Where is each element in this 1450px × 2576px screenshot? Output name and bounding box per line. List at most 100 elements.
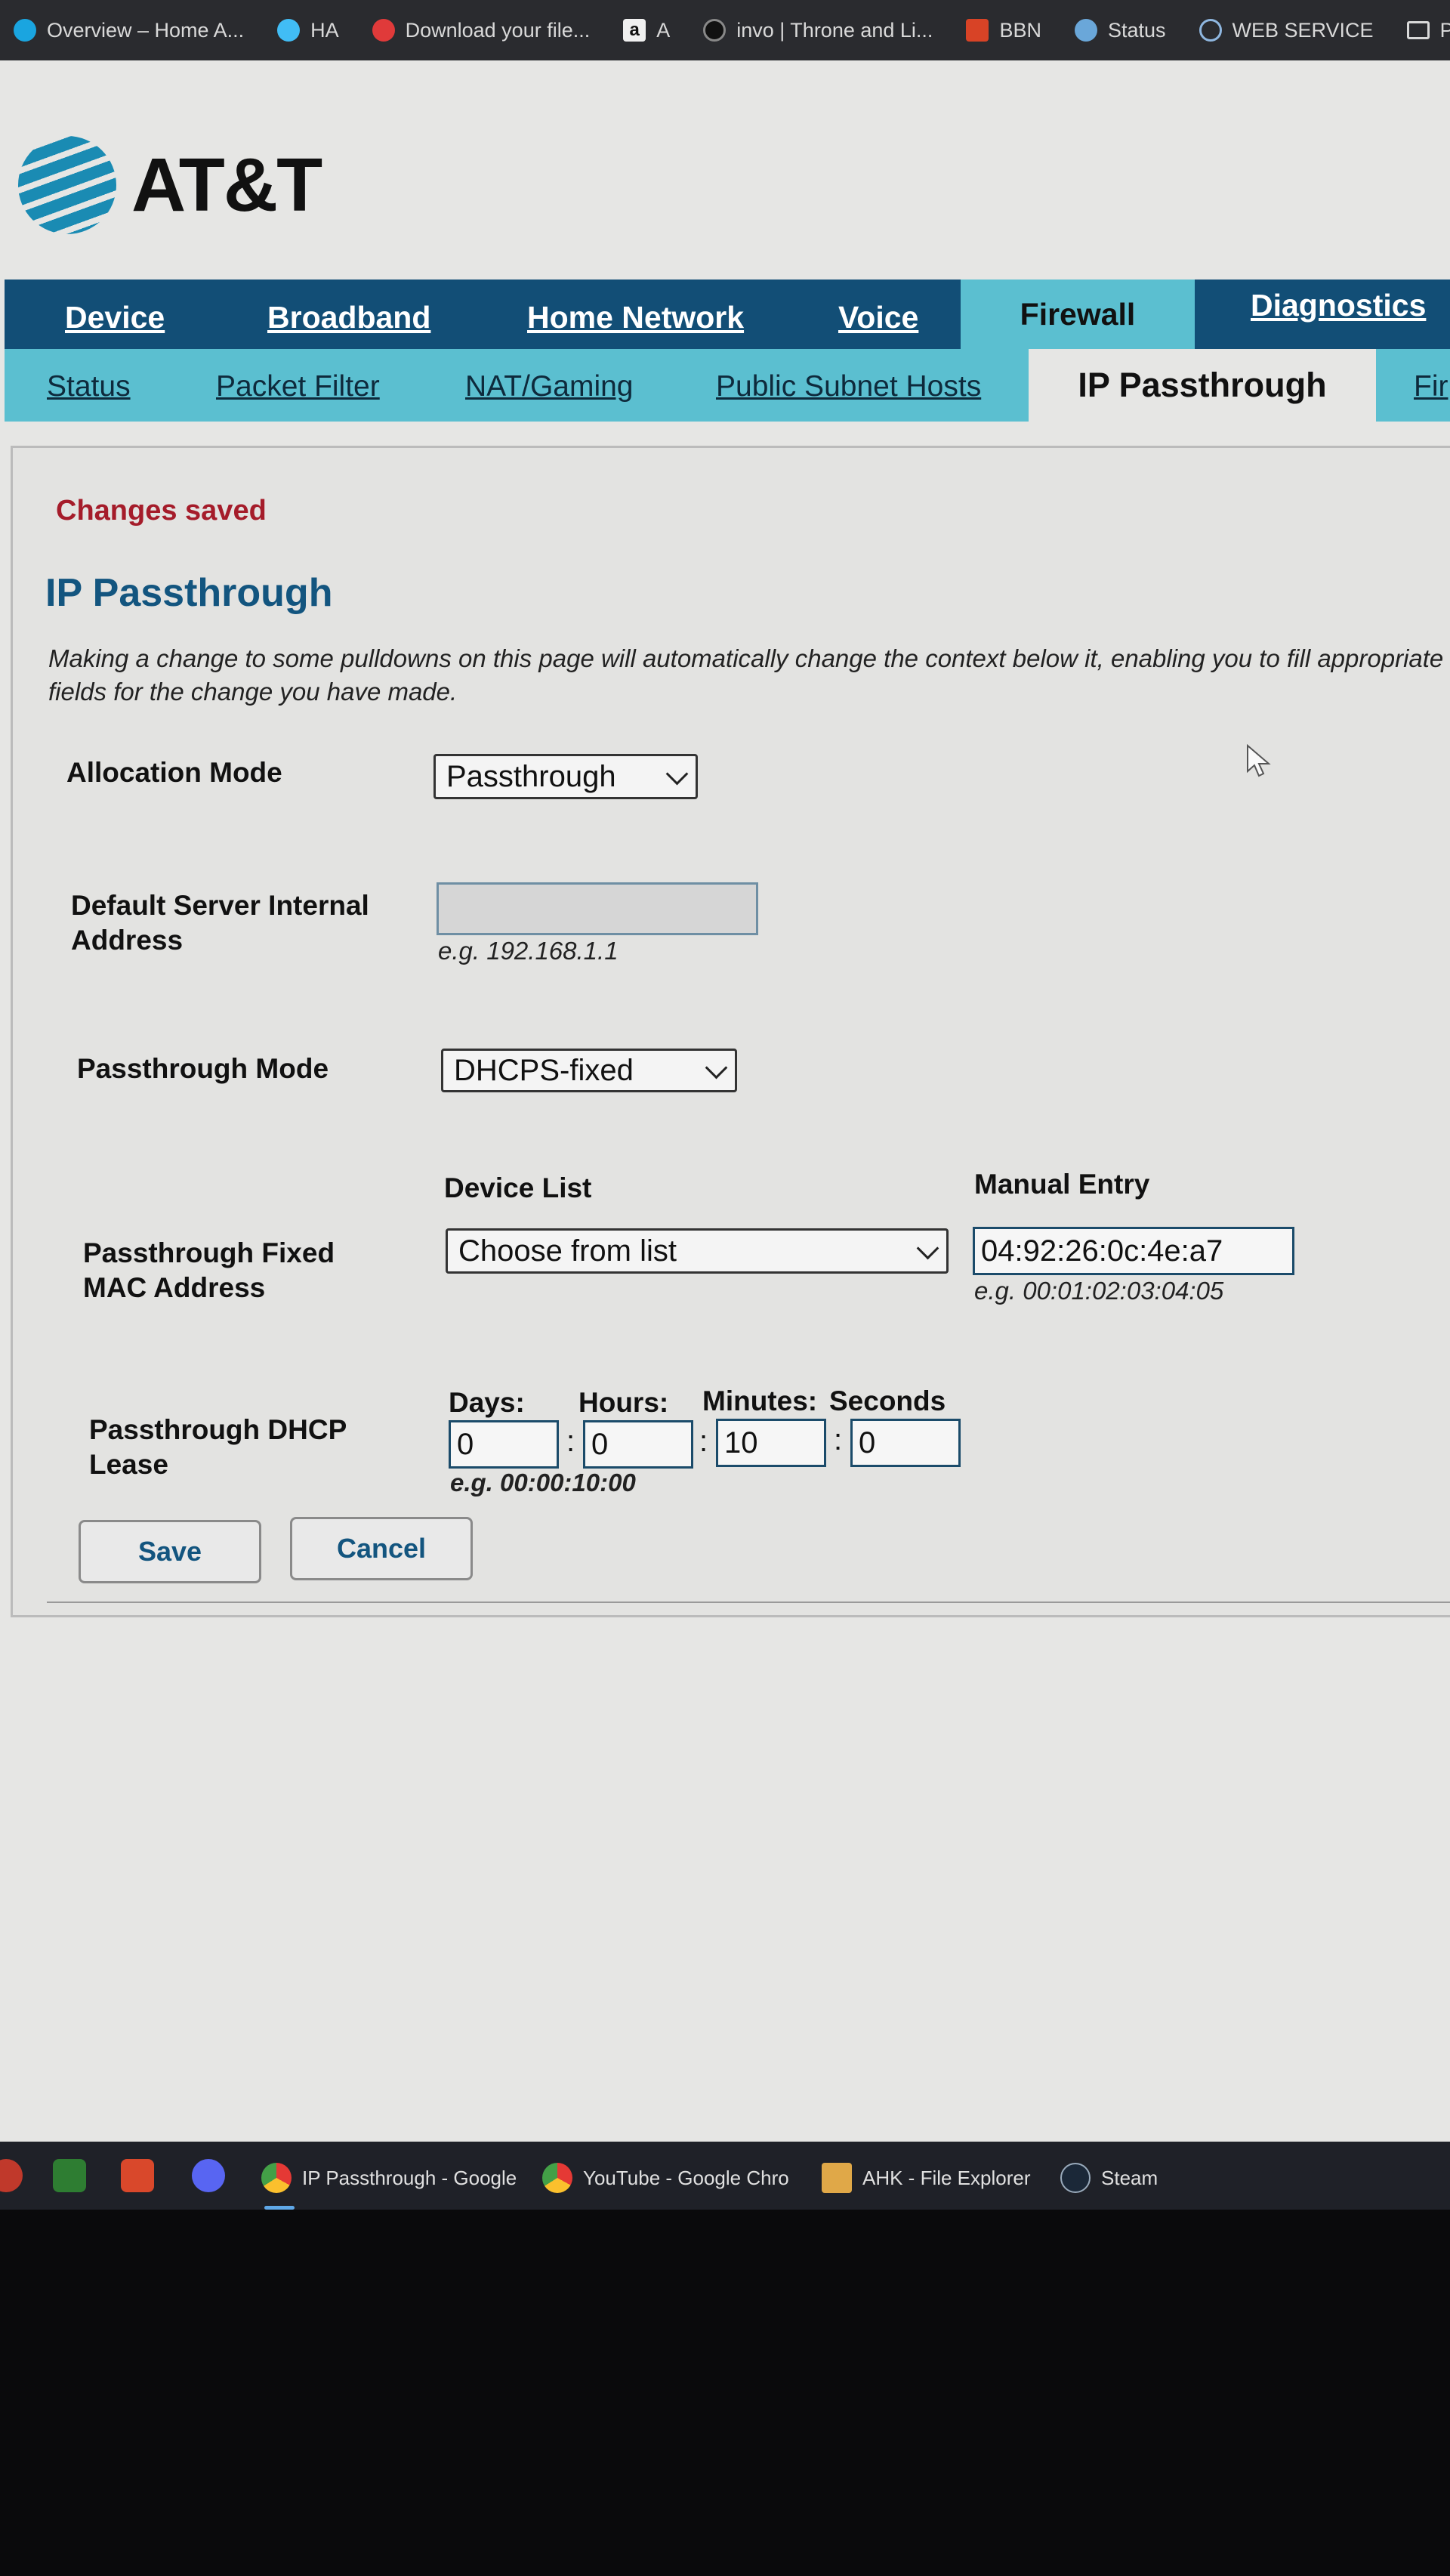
lease-seconds-label: Seconds — [829, 1385, 946, 1416]
nav-diagnostics[interactable]: Diagnostics — [1251, 288, 1426, 349]
chevron-down-icon — [665, 762, 689, 786]
page-title: IP Passthrough — [45, 571, 333, 615]
lease-seconds-input[interactable]: 0 — [850, 1419, 961, 1467]
dhcp-lease-label: Passthrough DHCP Lease — [89, 1414, 347, 1480]
passthrough-mode-value: DHCPS-fixed — [454, 1053, 634, 1087]
lease-minutes-label: Minutes: — [702, 1385, 818, 1416]
mac-format-hint: e.g. 00:01:02:03:04:05 — [974, 1277, 1224, 1305]
bookmark-invo[interactable]: invo | Throne and Li... — [690, 19, 952, 42]
bookmark-web-service[interactable]: WEB SERVICE — [1186, 19, 1393, 42]
allocation-mode-label: Allocation Mode — [66, 757, 282, 788]
chevron-down-icon — [705, 1056, 728, 1080]
taskbar-app-file-explorer[interactable]: AHK - File Explorer — [822, 2163, 1031, 2193]
download-icon — [372, 19, 395, 42]
allocation-mode-select[interactable]: Passthrough — [433, 754, 698, 799]
lease-separator: : — [699, 1425, 708, 1458]
taskbar-app-ip-passthrough[interactable]: IP Passthrough - Google — [261, 2163, 517, 2193]
lease-minutes-input[interactable]: 10 — [716, 1419, 826, 1467]
lease-separator: : — [834, 1423, 843, 1456]
allocation-mode-value: Passthrough — [446, 759, 616, 793]
passthrough-mode-select[interactable]: DHCPS-fixed — [441, 1049, 737, 1092]
taskbar-app-label: IP Passthrough - Google — [302, 2166, 517, 2189]
subnav-public-subnet-hosts[interactable]: Public Subnet Hosts — [716, 370, 981, 403]
device-list-header: Device List — [444, 1172, 592, 1203]
att-logo: AT&T — [18, 136, 322, 234]
page-description: Making a change to some pulldowns on thi… — [48, 644, 1444, 706]
start-icon[interactable] — [0, 2159, 23, 2192]
subnav-packet-filter[interactable]: Packet Filter — [216, 370, 380, 403]
subnav-nat-gaming[interactable]: NAT/Gaming — [465, 370, 634, 403]
default-server-input[interactable] — [437, 882, 758, 935]
bookmark-amazon[interactable]: aA — [609, 19, 690, 42]
manual-entry-header: Manual Entry — [974, 1169, 1150, 1200]
subnav-firmware-partial[interactable]: Fir — [1414, 370, 1448, 403]
bookmark-status[interactable]: Status — [1061, 19, 1186, 42]
nav-broadband[interactable]: Broadband — [267, 300, 430, 349]
folder-icon — [1406, 21, 1430, 39]
lease-hours-label: Hours: — [578, 1387, 669, 1418]
bookmark-label: invo | Throne and Li... — [736, 18, 933, 42]
default-server-label: Default Server Internal Address — [71, 890, 369, 956]
bookmark-label: Overview – Home A... — [47, 18, 245, 42]
ha-icon — [277, 19, 301, 42]
bookmark-poe[interactable]: POE 2 — [1393, 19, 1450, 42]
bookmark-label: Download your file... — [405, 18, 591, 42]
lease-format-hint: e.g. 00:00:10:00 — [450, 1469, 636, 1496]
bookmark-label: POE 2 — [1439, 18, 1450, 42]
chrome-icon — [542, 2163, 572, 2193]
amazon-icon: a — [623, 19, 646, 42]
manual-mac-input[interactable]: 04:92:26:0c:4e:a7 — [973, 1227, 1294, 1275]
bookmark-label: BBN — [999, 18, 1041, 42]
globe-icon — [1199, 19, 1222, 42]
subnav-ip-passthrough[interactable]: IP Passthrough — [1029, 349, 1376, 422]
discord-icon[interactable] — [192, 2159, 225, 2192]
bookmark-label: A — [656, 18, 671, 42]
taskbar-app-label: AHK - File Explorer — [862, 2166, 1031, 2189]
monitor-bezel — [0, 2210, 1450, 2576]
subnav-status[interactable]: Status — [47, 370, 131, 403]
lease-separator: : — [566, 1425, 575, 1458]
lease-hours-input[interactable]: 0 — [583, 1420, 693, 1469]
form-divider — [47, 1602, 1450, 1603]
taskbar-app-steam[interactable]: Steam — [1060, 2163, 1158, 2193]
secondary-nav: Status Packet Filter NAT/Gaming Public S… — [5, 349, 1450, 422]
fixed-mac-label: Passthrough Fixed MAC Address — [83, 1237, 335, 1303]
taskbar: IP Passthrough - Google YouTube - Google… — [0, 2142, 1450, 2210]
chevron-down-icon — [916, 1237, 939, 1260]
bookmark-download[interactable]: Download your file... — [359, 19, 610, 42]
default-server-hint: e.g. 192.168.1.1 — [438, 937, 619, 965]
q-icon — [703, 19, 727, 42]
nav-home-network[interactable]: Home Network — [527, 300, 744, 349]
bookmark-overview[interactable]: Overview – Home A... — [0, 19, 264, 42]
f-app-icon[interactable] — [121, 2159, 154, 2192]
lease-days-input[interactable]: 0 — [449, 1420, 559, 1469]
bookmark-label: HA — [310, 18, 339, 42]
bookmark-label: WEB SERVICE — [1232, 18, 1374, 42]
brand-name: AT&T — [131, 142, 322, 227]
steam-icon — [1060, 2163, 1091, 2193]
stack-icon — [1074, 19, 1097, 42]
device-list-select[interactable]: Choose from list — [446, 1228, 949, 1274]
status-message: Changes saved — [56, 495, 267, 527]
taskbar-app-label: Steam — [1101, 2166, 1158, 2189]
att-globe-icon — [18, 136, 116, 234]
cancel-button[interactable]: Cancel — [290, 1517, 473, 1580]
mouse-cursor-icon — [1247, 744, 1271, 777]
folder-icon — [822, 2163, 852, 2193]
save-button[interactable]: Save — [79, 1520, 261, 1583]
bookmark-bbn[interactable]: BBN — [952, 19, 1061, 42]
chrome-icon — [261, 2163, 292, 2193]
bookmark-label: Status — [1107, 18, 1166, 42]
nav-device[interactable]: Device — [65, 300, 165, 349]
lease-days-label: Days: — [449, 1387, 525, 1418]
bookmarks-bar: Overview – Home A... HA Download your fi… — [0, 0, 1450, 60]
taskbar-app-youtube[interactable]: YouTube - Google Chro — [542, 2163, 789, 2193]
bbn-icon — [966, 19, 989, 42]
taskbar-app-label: YouTube - Google Chro — [583, 2166, 789, 2189]
nav-voice[interactable]: Voice — [838, 300, 918, 349]
sheets-icon[interactable] — [53, 2159, 86, 2192]
home-assistant-icon — [14, 19, 36, 42]
passthrough-mode-label: Passthrough Mode — [77, 1053, 329, 1084]
bookmark-ha[interactable]: HA — [264, 19, 359, 42]
device-list-value: Choose from list — [458, 1234, 677, 1268]
